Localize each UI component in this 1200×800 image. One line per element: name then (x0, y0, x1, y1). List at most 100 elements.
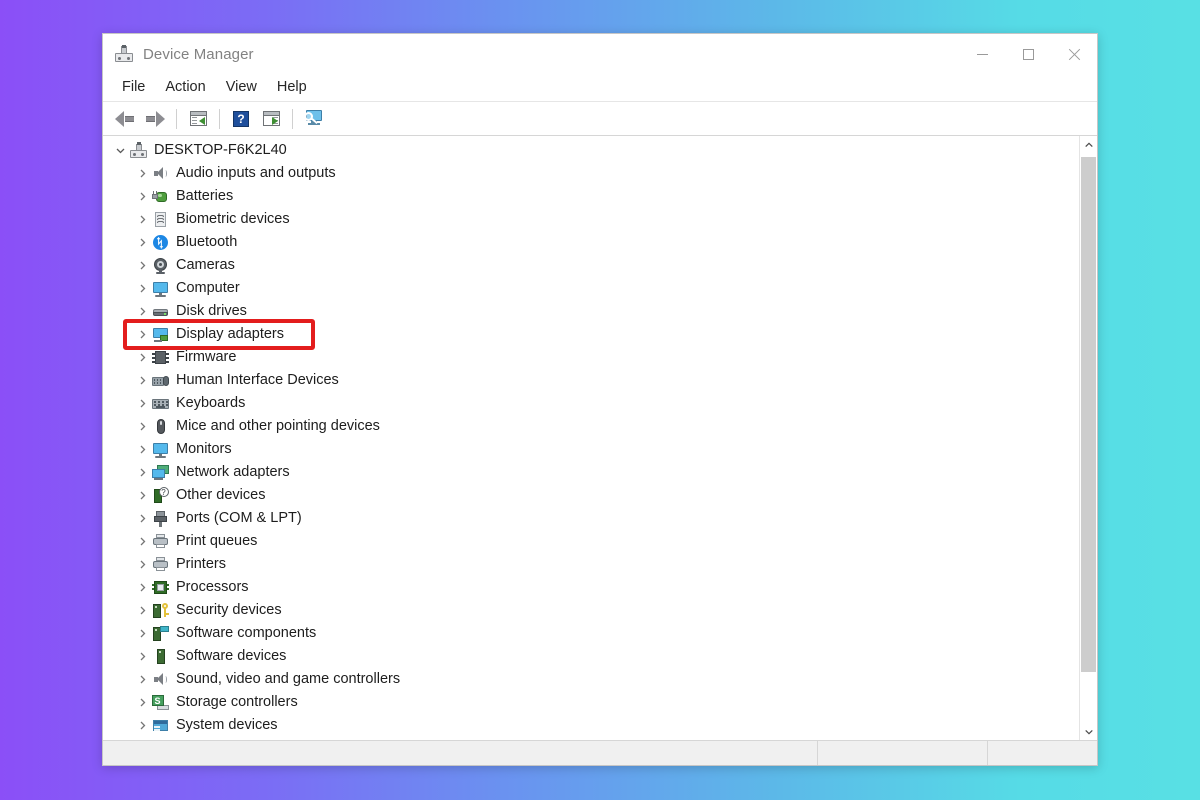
tree-item-ports[interactable]: Ports (COM & LPT) (103, 507, 1079, 530)
menu-item-action[interactable]: Action (155, 77, 215, 99)
scroll-up-arrow-icon[interactable] (1080, 136, 1097, 153)
computer-icon (128, 142, 148, 160)
chevron-right-icon[interactable] (134, 445, 150, 454)
tree-item-human-interface-devices[interactable]: Human Interface Devices (103, 369, 1079, 392)
chevron-right-icon[interactable] (134, 698, 150, 707)
tree-item-sound-video-and-game-controllers[interactable]: Sound, video and game controllers (103, 668, 1079, 691)
tree-item-label: Print queues (176, 533, 258, 550)
tree-item-label: Keyboards (176, 395, 246, 412)
menu-item-file[interactable]: File (112, 77, 155, 99)
chevron-right-icon[interactable] (134, 560, 150, 569)
tree-item-label: Security devices (176, 602, 282, 619)
chevron-right-icon[interactable] (134, 330, 150, 339)
tree-item-software-devices[interactable]: Software devices (103, 645, 1079, 668)
unknown-device-icon: ? (150, 487, 170, 505)
tree-item-printers[interactable]: Printers (103, 553, 1079, 576)
tree-item-storage-controllers[interactable]: S Storage controllers (103, 691, 1079, 714)
chevron-right-icon[interactable] (134, 606, 150, 615)
tree-item-system-devices[interactable]: System devices (103, 714, 1079, 737)
chevron-down-icon[interactable] (112, 146, 128, 155)
tree-item-label: Batteries (176, 188, 234, 205)
tree-item-processors[interactable]: Processors (103, 576, 1079, 599)
forward-button[interactable] (140, 106, 170, 132)
scrollbar-track[interactable] (1080, 153, 1097, 723)
chevron-right-icon[interactable] (134, 675, 150, 684)
update-driver-button[interactable] (256, 106, 286, 132)
chevron-right-icon[interactable] (134, 399, 150, 408)
device-tree[interactable]: DESKTOP-F6K2L40 Audio inputs and outputs… (103, 136, 1079, 740)
device-manager-window: Device Manager File Action View Help ? D… (102, 33, 1098, 766)
chevron-right-icon[interactable] (134, 629, 150, 638)
toolbar-separator (176, 108, 177, 129)
minimize-button[interactable] (959, 34, 1005, 74)
tree-item-bluetooth[interactable]: ᛪ Bluetooth (103, 231, 1079, 254)
back-button[interactable] (110, 106, 140, 132)
chevron-right-icon[interactable] (134, 491, 150, 500)
tree-item-label: Cameras (176, 257, 235, 274)
properties-button[interactable] (183, 106, 213, 132)
tree-item-mice-and-other-pointing-devices[interactable]: Mice and other pointing devices (103, 415, 1079, 438)
maximize-button[interactable] (1005, 34, 1051, 74)
vertical-scrollbar[interactable] (1079, 136, 1097, 740)
tree-item-label: Other devices (176, 487, 266, 504)
status-bar (103, 740, 1097, 765)
chevron-right-icon[interactable] (134, 537, 150, 546)
scroll-down-arrow-icon[interactable] (1080, 723, 1097, 740)
maximize-icon (1022, 48, 1034, 60)
tree-item-cameras[interactable]: Cameras (103, 254, 1079, 277)
printer-icon (150, 556, 170, 574)
chevron-right-icon[interactable] (134, 652, 150, 661)
speaker-icon (150, 671, 170, 689)
help-button[interactable]: ? (226, 106, 256, 132)
tree-item-label: Ports (COM & LPT) (176, 510, 302, 527)
tree-item-label: Software devices (176, 648, 287, 665)
port-icon (150, 510, 170, 528)
chevron-right-icon[interactable] (134, 307, 150, 316)
tree-item-keyboards[interactable]: Keyboards (103, 392, 1079, 415)
chevron-right-icon[interactable] (134, 583, 150, 592)
chevron-right-icon[interactable] (134, 215, 150, 224)
chevron-right-icon[interactable] (134, 353, 150, 362)
chevron-right-icon[interactable] (134, 284, 150, 293)
chevron-right-icon[interactable] (134, 514, 150, 523)
tree-item-firmware[interactable]: Firmware (103, 346, 1079, 369)
tree-item-biometric-devices[interactable]: Biometric devices (103, 208, 1079, 231)
tree-item-label: Firmware (176, 349, 237, 366)
tree-item-label: Human Interface Devices (176, 372, 339, 389)
tree-item-label: System devices (176, 717, 278, 734)
tree-item-security-devices[interactable]: Security devices (103, 599, 1079, 622)
tree-item-disk-drives[interactable]: Disk drives (103, 300, 1079, 323)
tree-item-monitors[interactable]: Monitors (103, 438, 1079, 461)
menu-item-help[interactable]: Help (267, 77, 317, 99)
chevron-right-icon[interactable] (134, 169, 150, 178)
tree-item-label: Mice and other pointing devices (176, 418, 380, 435)
tree-item-network-adapters[interactable]: Network adapters (103, 461, 1079, 484)
chevron-right-icon[interactable] (134, 192, 150, 201)
firmware-chip-icon (150, 349, 170, 367)
tree-item-software-components[interactable]: Software components (103, 622, 1079, 645)
toolbar: ? (103, 102, 1097, 136)
chevron-right-icon[interactable] (134, 721, 150, 730)
tree-item-other-devices[interactable]: ? Other devices (103, 484, 1079, 507)
menu-item-view[interactable]: View (216, 77, 267, 99)
chevron-right-icon[interactable] (134, 468, 150, 477)
tree-item-computer[interactable]: Computer (103, 277, 1079, 300)
monitor-icon (150, 441, 170, 459)
tree-item-batteries[interactable]: Batteries (103, 185, 1079, 208)
tree-item-print-queues[interactable]: Print queues (103, 530, 1079, 553)
properties-icon (189, 111, 207, 126)
chevron-right-icon[interactable] (134, 376, 150, 385)
forward-arrow-icon (145, 110, 165, 127)
chevron-right-icon[interactable] (134, 422, 150, 431)
tree-item-display-adapters[interactable]: Display adapters (103, 323, 1079, 346)
chevron-right-icon[interactable] (134, 238, 150, 247)
chevron-right-icon[interactable] (134, 261, 150, 270)
scrollbar-thumb[interactable] (1081, 157, 1096, 672)
window-controls (959, 34, 1097, 74)
tree-item-audio-inputs-and-outputs[interactable]: Audio inputs and outputs (103, 162, 1079, 185)
tree-root-node[interactable]: DESKTOP-F6K2L40 (103, 139, 1079, 162)
storage-controller-icon: S (150, 694, 170, 712)
content-area: DESKTOP-F6K2L40 Audio inputs and outputs… (103, 136, 1097, 740)
scan-hardware-button[interactable] (299, 106, 329, 132)
close-button[interactable] (1051, 34, 1097, 74)
